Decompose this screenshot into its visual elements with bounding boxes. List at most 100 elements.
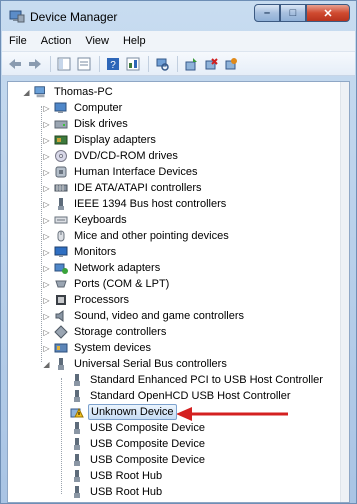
port-icon [54,277,68,291]
tree-device[interactable]: USB Root Hub [70,468,164,484]
expand-arrow-icon[interactable]: ▷ [42,120,51,129]
tree-category[interactable]: ▷ Disk drives [42,116,130,132]
tree-device-label: USB Composite Device [90,454,205,466]
menu-action[interactable]: Action [34,35,79,47]
tree-category[interactable]: ▷ Monitors [42,244,118,260]
tree-category[interactable]: ▷ Computer [42,100,124,116]
expand-arrow-icon[interactable]: ▷ [42,104,51,113]
tree-category[interactable]: ▷ IDE ATA/ATAPI controllers [42,180,204,196]
expand-arrow-icon[interactable]: ▷ [42,184,51,193]
tree-category-label: Network adapters [74,262,161,274]
view-resources-icon[interactable] [124,55,142,73]
tree-device[interactable]: Standard Enhanced PCI to USB Host Contro… [70,372,325,388]
disable-device-icon[interactable] [222,55,240,73]
maximize-button[interactable]: □ [280,4,306,22]
update-driver-icon[interactable] [182,55,200,73]
device-tree[interactable]: ◢ Thomas-PC ▷ Computer ▷ Disk drives ▷ Displa… [7,81,350,503]
help-icon[interactable]: ? [104,55,122,73]
scan-hardware-icon[interactable] [153,55,171,73]
system-device-icon [54,341,68,355]
tree-category[interactable]: ▷ Processors [42,292,131,308]
monitor-icon [54,245,68,259]
tree-category-label: Monitors [74,246,117,258]
expand-arrow-icon[interactable]: ▷ [42,232,51,241]
expand-arrow-icon[interactable]: ▷ [42,216,51,225]
tree-category[interactable]: ▷ Ports (COM & LPT) [42,276,171,292]
expand-arrow-icon[interactable]: ▷ [42,248,51,257]
expand-arrow-icon[interactable]: ▷ [42,280,51,289]
tree-category[interactable]: ▷ DVD/CD-ROM drives [42,148,180,164]
expand-arrow-icon[interactable]: ▷ [42,136,51,145]
expand-arrow-icon[interactable]: ▷ [42,152,51,161]
vertical-scrollbar[interactable] [340,82,349,502]
tree-device[interactable]: Standard OpenHCD USB Host Controller [70,388,293,404]
expand-arrow-icon[interactable]: ▷ [42,264,51,273]
tree-category[interactable]: ▷ System devices [42,340,153,356]
properties-icon[interactable] [75,55,93,73]
tree-category[interactable]: ▷ Human Interface Devices [42,164,200,180]
usb-plug-icon [70,421,84,435]
menu-view[interactable]: View [78,35,116,47]
tree-category-label: Mice and other pointing devices [74,230,229,242]
tree-category-label: System devices [74,342,152,354]
computer-icon [34,85,48,99]
tree-device-label: Standard Enhanced PCI to USB Host Contro… [90,374,323,386]
tree-device[interactable]: USB Composite Device [70,420,207,436]
expand-arrow-icon[interactable]: ▷ [42,200,51,209]
expand-arrow-icon[interactable]: ▷ [42,328,51,337]
tree-category-label: IEEE 1394 Bus host controllers [74,198,227,210]
usb-plug-icon [70,453,84,467]
usb-plug-icon [70,437,84,451]
collapse-arrow-icon[interactable]: ◢ [42,360,51,369]
tree-category-label: Universal Serial Bus controllers [74,358,227,370]
menu-file[interactable]: File [2,35,34,47]
tree-category[interactable]: ▷ Display adapters [42,132,158,148]
tree-category-label: Storage controllers [74,326,167,338]
expand-arrow-icon[interactable]: ▷ [42,312,51,321]
warning-icon [70,405,84,419]
expand-arrow-icon[interactable]: ▷ [42,168,51,177]
svg-text:?: ? [110,60,116,71]
tree-device[interactable]: Unknown Device [70,404,177,420]
tree-category-label: Keyboards [74,214,127,226]
tree-category-label: Display adapters [74,134,156,146]
close-button[interactable]: ✕ [306,4,350,22]
tree-category-label: IDE ATA/ATAPI controllers [74,182,202,194]
title-bar[interactable]: Device Manager – □ ✕ [1,1,356,31]
computer-icon [54,101,68,115]
show-hide-tree-icon[interactable] [55,55,73,73]
menu-bar: File Action View Help [2,31,355,52]
tree-device[interactable]: USB Composite Device [70,452,207,468]
usb-plug-icon [70,389,84,403]
tree-device-label: USB Root Hub [90,470,163,482]
uninstall-icon[interactable] [202,55,220,73]
tree-category-label: Processors [74,294,130,306]
device-manager-icon [9,9,25,23]
tree-category-label: Sound, video and game controllers [74,310,244,322]
usb-plug-icon [70,485,84,499]
collapse-arrow-icon[interactable]: ◢ [22,88,31,97]
toolbar: ? [2,52,355,76]
expand-arrow-icon[interactable]: ▷ [42,296,51,305]
tree-category[interactable]: ▷ Sound, video and game controllers [42,308,246,324]
dvd-drive-icon [54,149,68,163]
tree-guide-line [61,378,62,494]
toolbar-separator [177,55,178,72]
tree-category[interactable]: ▷ Mice and other pointing devices [42,228,231,244]
forward-arrow-icon[interactable] [26,55,44,73]
tree-device[interactable]: USB Composite Device [70,436,207,452]
back-arrow-icon[interactable] [6,55,24,73]
minimize-button[interactable]: – [254,4,280,22]
tree-device-label: USB Composite Device [90,438,205,450]
tree-device[interactable]: USB Root Hub [70,484,164,500]
tree-category[interactable]: ▷ IEEE 1394 Bus host controllers [42,196,228,212]
tree-category[interactable]: ▷ Keyboards [42,212,129,228]
tree-category[interactable]: ▷ Storage controllers [42,324,168,340]
tree-category[interactable]: ◢ Universal Serial Bus controllers [42,356,229,372]
tree-root[interactable]: ◢ Thomas-PC [22,84,115,100]
expand-arrow-icon[interactable]: ▷ [42,344,51,353]
tree-device-label: Unknown Device [88,404,177,420]
tree-category[interactable]: ▷ Network adapters [42,260,162,276]
menu-help[interactable]: Help [116,35,153,47]
mouse-icon [54,229,68,243]
